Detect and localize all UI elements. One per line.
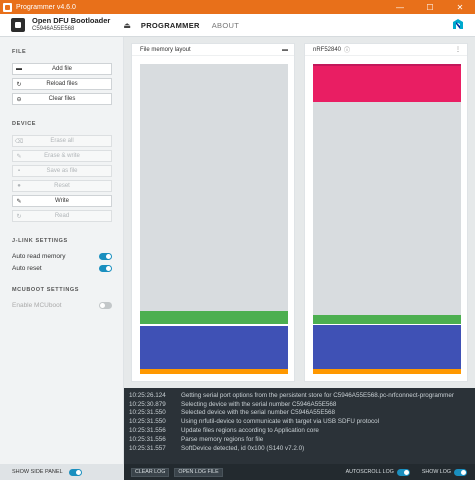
- tab-about[interactable]: ABOUT: [212, 21, 239, 30]
- eject-icon[interactable]: ⏏: [123, 21, 131, 30]
- write-button[interactable]: ✎ Write: [12, 195, 112, 207]
- nav-tabs: PROGRAMMER ABOUT: [141, 14, 251, 37]
- auto-read-memory-label: Auto read memory: [12, 252, 66, 260]
- log-entry: 10:25:31.550 Using nrfutil-device to comm…: [129, 418, 380, 426]
- device-serial: C5946A55E568: [32, 26, 75, 32]
- log-footer: CLEAR LOG OPEN LOG FILE AUTOSCROLL LOG S…: [124, 464, 475, 480]
- device-memory-region-orange[interactable]: [313, 369, 461, 374]
- footer-bar: SHOW SIDE PANEL CLEAR LOG OPEN LOG FILE …: [0, 464, 475, 480]
- reload-files-button[interactable]: ↻ Reload files: [12, 78, 112, 90]
- folder-icon: ▬: [16, 66, 22, 72]
- file-section-title: FILE: [12, 49, 27, 55]
- auto-reset-toggle[interactable]: [99, 264, 112, 272]
- pencil-icon: ✎: [16, 153, 22, 160]
- add-file-button[interactable]: ▬ Add file: [12, 63, 112, 75]
- app-header: Open DFU Bootloader C5946A55E568 ⏏ PROGR…: [0, 14, 475, 37]
- menu-icon[interactable]: ⋮: [455, 46, 461, 53]
- device-chip-icon[interactable]: [11, 18, 25, 32]
- device-memory-region-pink[interactable]: [313, 66, 461, 102]
- device-memory-empty-region[interactable]: [313, 102, 461, 315]
- erase-icon: ⌫: [14, 138, 24, 145]
- save-as-file-button[interactable]: ▪ Save as file: [12, 165, 112, 177]
- reload-icon: ↻: [16, 81, 22, 88]
- device-memory-region-blue[interactable]: [313, 325, 461, 369]
- enable-mcuboot-row: Enable MCUboot: [12, 300, 112, 310]
- app-icon: [3, 2, 12, 12]
- close-button[interactable]: ✕: [445, 0, 475, 14]
- file-memory-region-blue[interactable]: [140, 326, 288, 369]
- device-memory-title: nRF52840: [313, 46, 342, 53]
- clear-files-button[interactable]: ⊖ Clear files: [12, 93, 112, 105]
- save-icon: ▪: [17, 168, 21, 174]
- log-entry: 10:25:31.550 Selected device with the ser…: [129, 409, 336, 417]
- pencil-icon: ✎: [16, 198, 22, 205]
- device-memory-region-green[interactable]: [313, 315, 461, 324]
- read-button[interactable]: ↻ Read: [12, 210, 112, 222]
- enable-mcuboot-toggle[interactable]: [99, 301, 112, 309]
- device-memory-header: nRF52840 ⓘ ⋮: [305, 44, 467, 56]
- window-titlebar: Programmer v4.6.0 — ☐ ✕: [0, 0, 475, 14]
- minimize-button[interactable]: —: [385, 0, 415, 14]
- device-name: Open DFU Bootloader: [32, 16, 111, 25]
- erase-all-button[interactable]: ⌫ Erase all: [12, 135, 112, 147]
- log-entry: 10:25:30.879 Selecting device with the se…: [129, 400, 337, 408]
- auto-reset-label: Auto reset: [12, 264, 42, 272]
- clear-icon: ⊖: [16, 96, 22, 103]
- log-entry: 10:25:31.556 Parse memory regions for fil…: [129, 435, 264, 443]
- device-selector[interactable]: Open DFU Bootloader C5946A55E568: [32, 17, 110, 33]
- file-memory-card: File memory layout ▬: [131, 43, 295, 382]
- auto-read-memory-toggle[interactable]: [99, 252, 112, 260]
- mcuboot-settings-title: MCUBOOT SETTINGS: [12, 287, 80, 293]
- window-title: Programmer v4.6.0: [16, 3, 76, 11]
- file-memory-header: File memory layout ▬: [132, 44, 294, 56]
- refresh-icon: ↻: [16, 213, 22, 220]
- auto-reset-row: Auto reset: [12, 263, 112, 273]
- autoscroll-log-toggle[interactable]: [396, 468, 410, 476]
- enable-mcuboot-label: Enable MCUboot: [12, 301, 62, 309]
- log-entry: 10:25:26.124 Getting serial port options …: [129, 391, 454, 399]
- log-entry: 10:25:31.556 Update files regions accordi…: [129, 427, 319, 435]
- log-entry: 10:25:31.557 SoftDevice detected, id 0x10…: [129, 444, 305, 452]
- file-memory-region-orange[interactable]: [140, 369, 288, 374]
- file-memory-region-green[interactable]: [140, 311, 288, 324]
- clear-log-button[interactable]: CLEAR LOG: [131, 467, 170, 477]
- autoscroll-log-label: AUTOSCROLL LOG: [345, 469, 394, 475]
- file-memory-title: File memory layout: [140, 46, 191, 53]
- device-section-title: DEVICE: [12, 121, 37, 127]
- side-panel: FILE ▬ Add file ↻ Reload files ⊖ Clear f…: [0, 37, 124, 464]
- erase-write-button[interactable]: ✎ Erase & write: [12, 150, 112, 162]
- nordic-logo-icon: [453, 19, 463, 29]
- info-icon[interactable]: ⓘ: [344, 45, 350, 54]
- tab-programmer[interactable]: PROGRAMMER: [141, 21, 200, 30]
- file-memory-empty-region[interactable]: [140, 64, 288, 311]
- show-side-panel-label: SHOW SIDE PANEL: [12, 469, 63, 475]
- auto-read-memory-row: Auto read memory: [12, 251, 112, 261]
- maximize-button[interactable]: ☐: [415, 0, 445, 14]
- open-log-file-button[interactable]: OPEN LOG FILE: [174, 467, 223, 477]
- folder-icon[interactable]: ▬: [282, 47, 288, 53]
- side-panel-footer: SHOW SIDE PANEL: [0, 464, 124, 480]
- show-log-toggle[interactable]: [454, 468, 467, 476]
- reset-icon: ●: [17, 183, 21, 189]
- show-side-panel-toggle[interactable]: [68, 468, 82, 476]
- jlink-settings-title: J-LINK SETTINGS: [12, 238, 68, 244]
- show-log-label: SHOW LOG: [421, 469, 451, 475]
- memory-layout-area: File memory layout ▬ nRF52840 ⓘ ⋮: [124, 37, 475, 388]
- log-panel[interactable]: 10:25:26.124 Getting serial port options …: [124, 388, 475, 464]
- reset-button[interactable]: ● Reset: [12, 180, 112, 192]
- device-memory-card: nRF52840 ⓘ ⋮: [304, 43, 468, 382]
